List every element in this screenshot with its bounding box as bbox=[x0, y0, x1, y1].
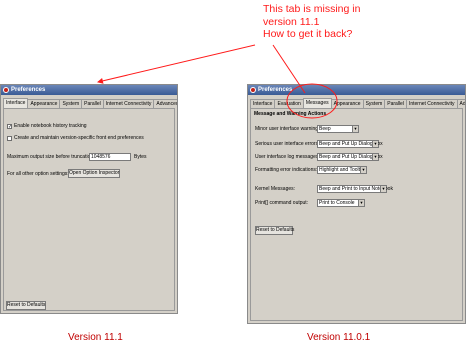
tab-parallel[interactable]: Parallel bbox=[81, 99, 104, 108]
annotation-line-1: This tab is missing in bbox=[263, 3, 361, 15]
tab-interface[interactable]: Interface bbox=[3, 98, 29, 108]
tab-appearance[interactable]: Appearance bbox=[27, 99, 61, 108]
reset-to-defaults-button[interactable]: Reset to Defaults bbox=[6, 301, 46, 310]
tab-strip: Interface Appearance System Parallel Int… bbox=[3, 98, 177, 108]
print-output-label: Print[] command output: bbox=[255, 200, 309, 206]
print-output-select[interactable]: Print to Console ▼ bbox=[317, 199, 365, 207]
formatting-errors-label: Formatting error indications: bbox=[255, 167, 318, 173]
tab-parallel[interactable]: Parallel bbox=[384, 99, 407, 108]
minor-warnings-label: Minor user interface warnings: bbox=[255, 126, 322, 132]
reset-to-defaults-button[interactable]: Reset to Defaults bbox=[255, 226, 294, 235]
max-output-unit: Bytes bbox=[134, 154, 147, 160]
tab-internet-connectivity[interactable]: Internet Connectivity bbox=[405, 99, 458, 108]
annotation-line-3: How to get it back? bbox=[263, 28, 353, 40]
version-prefs-label: Create and maintain version-specific fro… bbox=[14, 135, 144, 141]
preferences-window-11-0-1: Preferences Interface Evaluation Message… bbox=[247, 84, 466, 324]
window-title: Preferences bbox=[11, 87, 46, 93]
mathematica-icon bbox=[3, 87, 9, 93]
title-bar: Preferences bbox=[1, 85, 177, 95]
minor-warnings-select[interactable]: Beep ▼ bbox=[317, 125, 359, 133]
tab-system[interactable]: System bbox=[59, 99, 83, 108]
chevron-down-icon: ▼ bbox=[372, 141, 378, 147]
kernel-messages-select[interactable]: Beep and Print to Input Notebook ▼ bbox=[317, 185, 393, 193]
window-title: Preferences bbox=[258, 87, 293, 93]
title-bar: Preferences bbox=[248, 85, 465, 95]
serious-errors-select[interactable]: Beep and Put Up Dialog Box ▼ bbox=[317, 140, 383, 148]
tab-messages[interactable]: Messages bbox=[302, 98, 332, 108]
tab-content: Message and Warning Actions Minor user i… bbox=[250, 108, 463, 321]
mathematica-icon bbox=[250, 87, 256, 93]
chevron-down-icon: ▼ bbox=[358, 200, 364, 206]
version-prefs-checkbox[interactable] bbox=[7, 136, 12, 141]
caption-left: Version 11.1 bbox=[68, 332, 123, 343]
tab-evaluation[interactable]: Evaluation bbox=[274, 99, 304, 108]
annotation-text: This tab is missing in version 11.1 How … bbox=[263, 3, 360, 41]
chevron-down-icon: ▼ bbox=[352, 126, 358, 132]
open-option-inspector-button[interactable]: Open Option Inspector bbox=[68, 169, 120, 178]
formatting-errors-value: Highlight and Tooltip bbox=[319, 167, 364, 173]
section-title: Message and Warning Actions bbox=[254, 111, 327, 117]
tab-interface[interactable]: Interface bbox=[250, 99, 276, 108]
caption-right: Version 11.0.1 bbox=[307, 332, 371, 343]
chevron-down-icon: ▼ bbox=[360, 167, 366, 173]
tab-advanced[interactable]: Advanced bbox=[153, 99, 177, 108]
annotation-line-2: version 11.1 bbox=[263, 15, 320, 28]
other-options-label: For all other option settings: bbox=[7, 171, 69, 177]
tab-content: ✓ Enable notebook history tracking Creat… bbox=[3, 108, 175, 311]
chevron-down-icon: ▼ bbox=[372, 154, 378, 160]
tab-appearance[interactable]: Appearance bbox=[330, 99, 364, 108]
kernel-messages-label: Kernel Messages: bbox=[255, 186, 296, 192]
max-output-input[interactable]: 1048576 bbox=[89, 153, 131, 161]
tab-system[interactable]: System bbox=[362, 99, 386, 108]
chevron-down-icon: ▼ bbox=[380, 186, 386, 192]
annotation-arrow bbox=[97, 44, 256, 84]
enable-history-label: Enable notebook history tracking bbox=[14, 123, 87, 129]
serious-errors-label: Serious user interface errors: bbox=[255, 141, 320, 147]
tab-advanced[interactable]: Advanced bbox=[456, 99, 465, 108]
enable-history-checkbox[interactable]: ✓ bbox=[7, 124, 12, 130]
formatting-errors-select[interactable]: Highlight and Tooltip ▼ bbox=[317, 166, 367, 174]
minor-warnings-value: Beep bbox=[319, 126, 331, 132]
log-messages-select[interactable]: Beep and Put Up Dialog Box ▼ bbox=[317, 153, 383, 161]
tab-strip: Interface Evaluation Messages Appearance… bbox=[250, 98, 465, 108]
preferences-window-11-1: Preferences Interface Appearance System … bbox=[0, 84, 178, 314]
print-output-value: Print to Console bbox=[319, 200, 355, 206]
log-messages-label: User interface log messages: bbox=[255, 154, 320, 160]
max-output-label: Maximum output size before truncation: bbox=[7, 154, 95, 160]
tab-internet-connectivity[interactable]: Internet Connectivity bbox=[102, 99, 155, 108]
